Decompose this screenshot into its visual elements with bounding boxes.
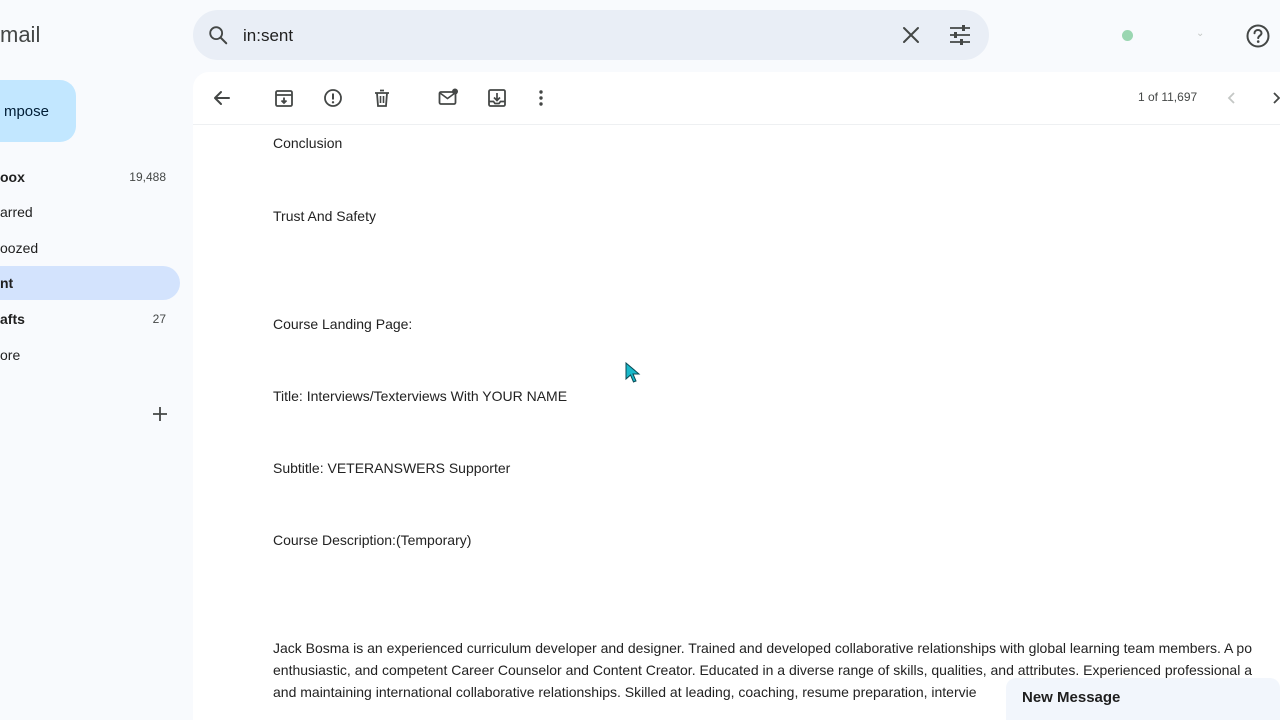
filter-icon[interactable] [947, 23, 973, 47]
chevron-right-icon[interactable] [1267, 88, 1280, 108]
email-view: 1 of 11,697 Conclusion Trust And Safety … [193, 72, 1280, 720]
sidebar-item-inbox[interactable]: oox 19,488 [0, 160, 180, 194]
create-label-button[interactable] [150, 404, 170, 424]
chevron-down-icon[interactable]: ⌄ [1196, 28, 1204, 39]
plus-icon [153, 407, 167, 421]
page-count: 1 of 11,697 [1138, 90, 1198, 104]
search-bar [193, 10, 989, 60]
new-message-title: New Message [1022, 689, 1121, 706]
new-message-window[interactable]: New Message [1006, 678, 1280, 720]
sidebar-item-sent[interactable]: nt [0, 266, 180, 300]
email-line: Conclusion [273, 135, 343, 151]
paragraph-line: Jack Bosma is an experienced curriculum … [273, 640, 1253, 656]
email-line: Course Description:(Temporary) [273, 532, 472, 548]
back-icon[interactable] [211, 87, 233, 109]
search-icon[interactable] [207, 24, 229, 46]
sidebar-item-count: 27 [152, 312, 166, 326]
email-toolbar: 1 of 11,697 [193, 72, 1280, 125]
email-line: Title: Interviews/Texterviews With YOUR … [273, 388, 568, 404]
more-vert-icon[interactable] [530, 87, 552, 109]
close-icon[interactable] [899, 23, 923, 47]
status-indicator[interactable] [1122, 30, 1133, 41]
delete-icon[interactable] [371, 87, 393, 109]
compose-button-label: mpose [3, 102, 49, 120]
sidebar-item-label: oox [0, 169, 25, 185]
move-to-icon[interactable] [486, 87, 508, 109]
email-line: Course Landing Page: [273, 316, 413, 332]
cursor-icon [625, 362, 641, 383]
gmail-logo-text[interactable]: mail [0, 22, 40, 48]
sidebar-item-snoozed[interactable]: oozed [0, 231, 180, 265]
sidebar-item-label: oozed [0, 240, 39, 256]
sidebar-item-count: 19,488 [129, 170, 166, 184]
sidebar-item-label: nt [0, 275, 14, 291]
compose-button[interactable]: mpose [0, 80, 76, 142]
help-icon[interactable] [1245, 23, 1271, 49]
sidebar-item-label: afts [0, 311, 25, 327]
search-input[interactable] [241, 22, 885, 50]
sidebar-item-label: ore [0, 347, 21, 363]
sidebar-item-label: arred [0, 204, 33, 220]
sidebar-item-starred[interactable]: arred [0, 195, 180, 229]
email-line: Subtitle: VETERANSWERS Supporter [273, 460, 511, 476]
email-line: Trust And Safety [273, 208, 376, 224]
sidebar-item-more[interactable]: ore [0, 338, 180, 372]
sidebar-item-drafts[interactable]: afts 27 [0, 302, 180, 336]
archive-icon[interactable] [273, 87, 295, 109]
report-spam-icon[interactable] [322, 87, 344, 109]
chevron-left-icon[interactable] [1223, 88, 1241, 108]
mark-unread-icon[interactable] [437, 87, 459, 109]
